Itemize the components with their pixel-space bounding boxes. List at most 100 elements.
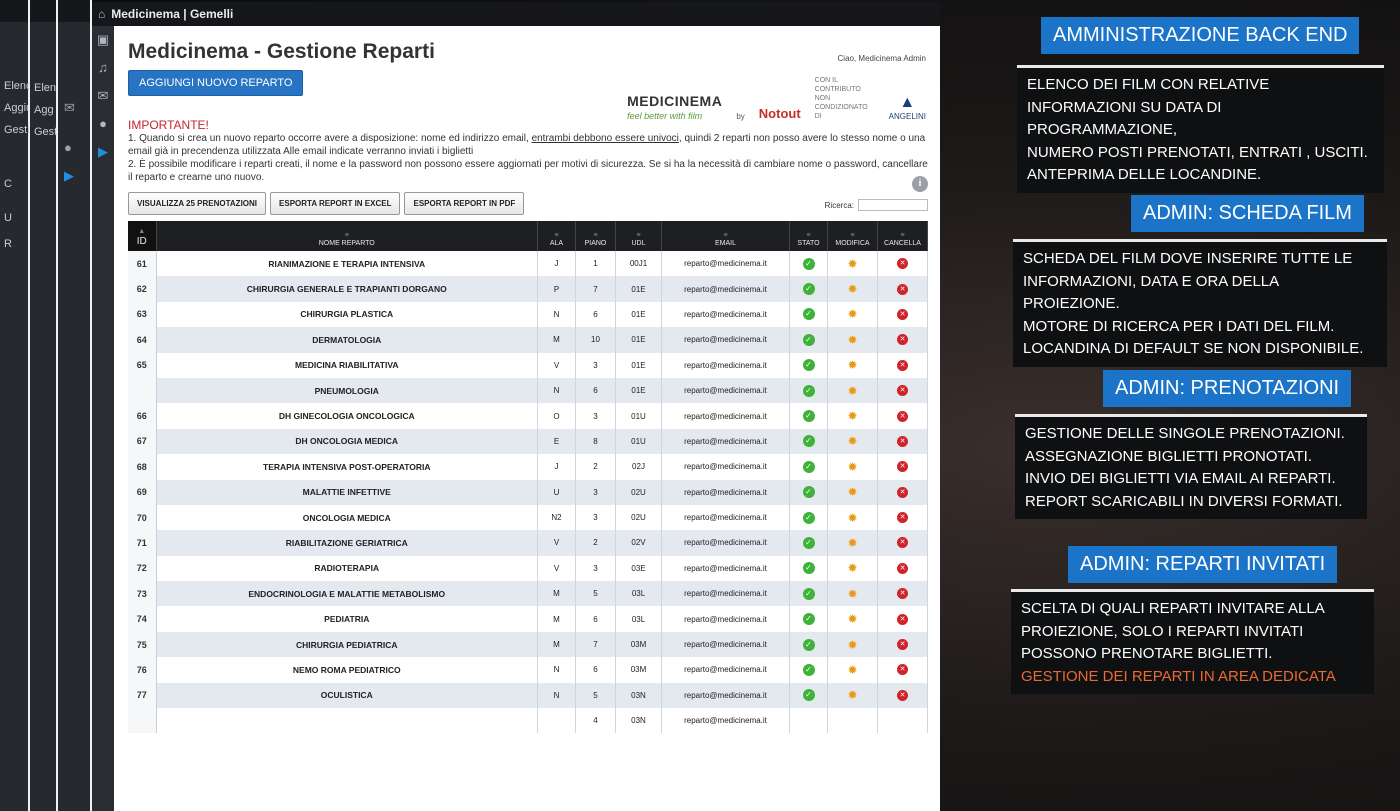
gear-icon[interactable]: ✹ xyxy=(847,536,857,550)
background-label: Aggiu xyxy=(4,102,33,114)
close-icon[interactable]: ✕ xyxy=(897,639,908,651)
cell-email: reparto@medicinema.it xyxy=(661,504,790,531)
col-stato[interactable]: ≡ STATO xyxy=(789,221,828,251)
gear-icon[interactable]: ✹ xyxy=(847,257,857,271)
col-piano[interactable]: ≡ PIANO xyxy=(575,221,616,251)
cell-piano: 3 xyxy=(575,504,616,531)
gear-icon[interactable]: ✹ xyxy=(847,587,857,601)
envelope-icon[interactable]: ✉ xyxy=(92,82,114,110)
close-icon[interactable]: ✕ xyxy=(897,486,908,498)
export-pdf-button[interactable]: ESPORTA REPORT IN PDF xyxy=(404,192,525,215)
cell-piano: 1 xyxy=(575,251,616,277)
check-icon[interactable]: ✓ xyxy=(802,333,815,346)
gear-icon[interactable]: ✹ xyxy=(847,460,857,474)
gear-icon[interactable]: ✹ xyxy=(847,561,857,575)
close-icon[interactable]: ✕ xyxy=(897,410,908,422)
music-icon[interactable]: ♫ xyxy=(92,54,114,82)
col-name[interactable]: ≡ NOME REPARTO xyxy=(156,221,538,251)
check-icon[interactable]: ✓ xyxy=(802,308,815,321)
play-icon[interactable]: ▶ xyxy=(92,138,114,166)
gear-icon[interactable]: ✹ xyxy=(847,409,857,423)
check-icon[interactable]: ✓ xyxy=(802,410,815,423)
departments-table: ▲ ID ≡ NOME REPARTO ≡ ALA ≡ PIANO ≡ UDL ≡ EMAI… xyxy=(128,221,928,734)
panel-header: ADMIN: SCHEDA FILM xyxy=(1131,195,1364,232)
check-icon[interactable]: ✓ xyxy=(802,536,815,549)
check-icon[interactable]: ✓ xyxy=(802,663,815,676)
table-row: 75 CHIRURGIA PEDIATRICA M 7 03M reparto@medic… xyxy=(128,631,928,658)
check-icon[interactable]: ✓ xyxy=(802,257,815,270)
gear-icon[interactable]: ✹ xyxy=(847,307,857,321)
close-icon[interactable]: ✕ xyxy=(897,613,908,625)
close-icon[interactable]: ✕ xyxy=(897,689,908,701)
col-ala[interactable]: ≡ ALA xyxy=(537,221,576,251)
sort-icon: ≡ xyxy=(723,232,728,239)
gear-icon[interactable]: ✹ xyxy=(847,384,857,398)
check-icon[interactable]: ✓ xyxy=(802,613,815,626)
check-icon[interactable]: ✓ xyxy=(802,359,815,372)
check-icon[interactable]: ✓ xyxy=(802,511,815,524)
close-icon[interactable]: ✕ xyxy=(897,512,908,524)
gear-icon[interactable]: ✹ xyxy=(847,511,857,525)
user-icon[interactable]: ● xyxy=(92,110,114,138)
gear-icon[interactable]: ✹ xyxy=(847,333,857,347)
gear-icon[interactable]: ✹ xyxy=(847,612,857,626)
panel-body: SCHEDA DEL FILM DOVE INSERIRE TUTTE LE IN… xyxy=(1013,239,1387,367)
col-udl[interactable]: ≡ UDL xyxy=(615,221,662,251)
col-id[interactable]: ▲ ID xyxy=(128,221,157,251)
instruction-1a: 1. Quando si crea un nuovo reparto occor… xyxy=(128,133,529,144)
view-25-button[interactable]: VISUALIZZA 25 PRENOTAZIONI xyxy=(128,192,267,215)
col-cancella[interactable]: ≡ CANCELLA xyxy=(877,221,928,251)
gear-icon[interactable]: ✹ xyxy=(847,485,857,499)
check-icon[interactable]: ✓ xyxy=(802,638,815,651)
close-icon[interactable]: ✕ xyxy=(897,537,908,549)
close-icon[interactable]: ✕ xyxy=(897,664,908,676)
col-email[interactable]: ≡ EMAIL xyxy=(661,221,790,251)
check-icon[interactable]: ✓ xyxy=(802,587,815,600)
gear-icon-cell: ✹ xyxy=(827,555,878,582)
check-icon[interactable]: ✓ xyxy=(802,283,815,296)
col-ala-label: ALA xyxy=(549,240,564,247)
cell-id: 74 xyxy=(128,606,157,632)
close-icon[interactable]: ✕ xyxy=(897,359,908,371)
gear-icon[interactable]: ✹ xyxy=(847,638,857,652)
cell-id: 67 xyxy=(128,428,157,455)
close-icon[interactable]: ✕ xyxy=(897,283,908,295)
cell-id: 62 xyxy=(128,276,157,302)
close-icon[interactable]: ✕ xyxy=(897,461,908,473)
close-icon[interactable]: ✕ xyxy=(897,562,908,574)
gear-icon[interactable]: ✹ xyxy=(847,434,857,448)
close-icon[interactable]: ✕ xyxy=(897,385,908,397)
check-icon[interactable]: ✓ xyxy=(802,486,815,499)
cell-name: PEDIATRIA xyxy=(156,606,538,632)
close-icon[interactable]: ✕ xyxy=(897,258,908,270)
check-icon[interactable]: ✓ xyxy=(802,435,815,448)
search-input[interactable] xyxy=(858,199,928,211)
home-icon[interactable]: ⌂ xyxy=(98,2,105,26)
col-modifica[interactable]: ≡ MODIFICA xyxy=(827,221,878,251)
add-department-button[interactable]: AGGIUNGI NUOVO REPARTO xyxy=(128,70,304,96)
cell-email: reparto@medicinema.it xyxy=(661,301,790,328)
gear-icon[interactable]: ✹ xyxy=(847,688,857,702)
check-icon-cell: ✓ xyxy=(789,682,828,709)
cell-piano: 4 xyxy=(575,708,616,734)
cell-udl: 02U xyxy=(615,504,662,531)
check-icon[interactable]: ✓ xyxy=(802,562,815,575)
check-icon[interactable]: ✓ xyxy=(802,384,815,397)
info-icon[interactable]: i xyxy=(912,176,928,192)
close-icon[interactable]: ✕ xyxy=(897,588,908,600)
user-greeting: Ciao, Medicinema Admin xyxy=(837,54,926,63)
col-id-label: ID xyxy=(136,236,147,247)
check-icon[interactable]: ✓ xyxy=(802,460,815,473)
gear-icon[interactable]: ✹ xyxy=(847,663,857,677)
close-icon[interactable]: ✕ xyxy=(897,435,908,447)
film-icon[interactable]: ▣ xyxy=(92,26,114,54)
close-icon[interactable]: ✕ xyxy=(897,334,908,346)
close-icon[interactable]: ✕ xyxy=(897,308,908,320)
export-excel-button[interactable]: ESPORTA REPORT IN EXCEL xyxy=(270,192,401,215)
cell-stato xyxy=(789,708,828,734)
col-email-label: EMAIL xyxy=(714,240,736,247)
check-icon-cell: ✓ xyxy=(789,428,828,455)
gear-icon[interactable]: ✹ xyxy=(847,358,857,372)
gear-icon[interactable]: ✹ xyxy=(847,282,857,296)
check-icon[interactable]: ✓ xyxy=(802,689,815,702)
